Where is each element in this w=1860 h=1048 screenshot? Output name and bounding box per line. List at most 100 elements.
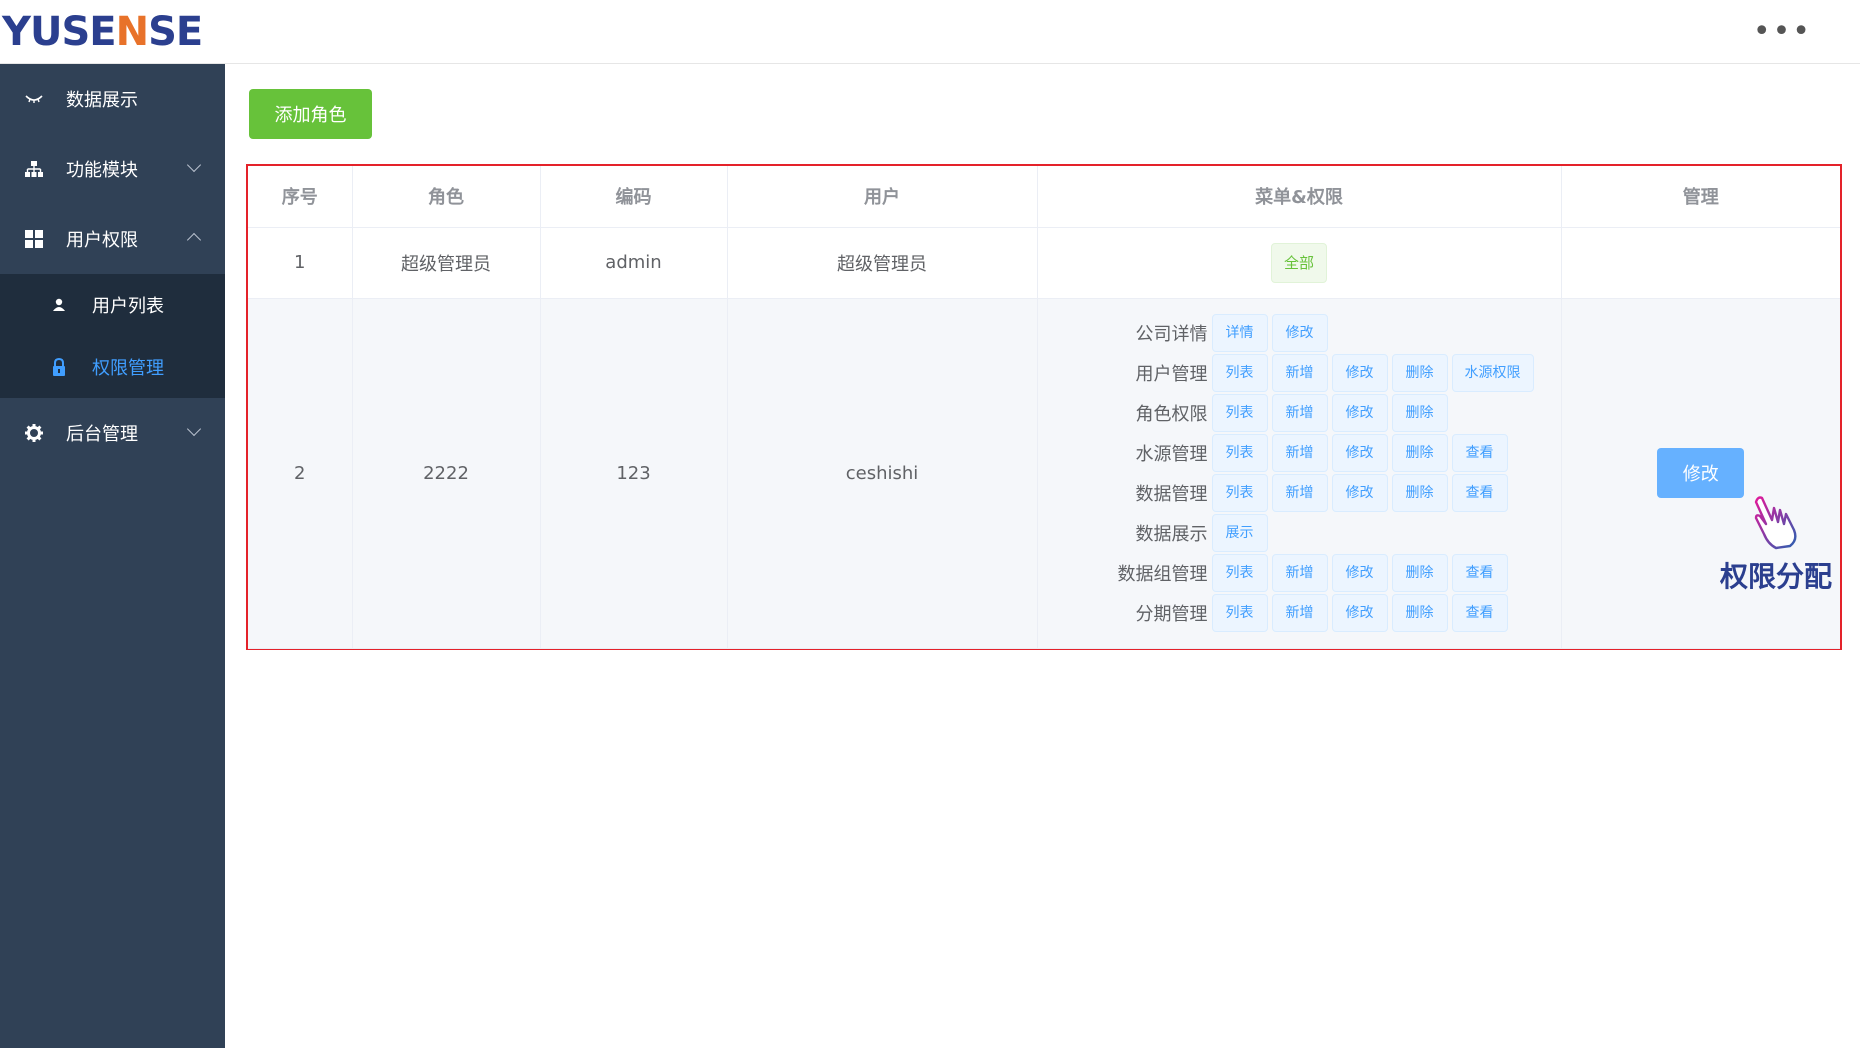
submenu-user-permissions: 用户列表 权限管理 xyxy=(0,274,225,398)
sidebar: 数据展示 功能模块 用户权限 用户列表 权限管理 后台管理 xyxy=(0,64,225,1048)
chevron-down-icon xyxy=(186,421,202,437)
permission-tag: 删除 xyxy=(1391,474,1448,512)
permission-tag: 列表 xyxy=(1211,554,1268,592)
cell-permissions: 公司详情 详情 修改 用户管理 列表 新增 修改 删除 水源权限 角色权限 列表… xyxy=(1037,298,1562,649)
permission-tag: 删除 xyxy=(1391,594,1448,632)
sidebar-item-label: 后台管理 xyxy=(66,424,138,445)
permission-tag: 新增 xyxy=(1271,474,1328,512)
permission-tag: 展示 xyxy=(1211,514,1268,552)
cell-role: 超级管理员 xyxy=(352,227,541,299)
all-permissions-tag: 全部 xyxy=(1270,242,1327,283)
sitemap-icon xyxy=(24,159,44,179)
permission-tag: 新增 xyxy=(1271,554,1328,592)
permission-tag: 删除 xyxy=(1391,434,1448,472)
permission-tag: 列表 xyxy=(1211,474,1268,512)
permission-module: 数据组管理 xyxy=(1117,564,1208,585)
permission-tag: 修改 xyxy=(1331,554,1388,592)
table-row: 2 2222 123 ceshishi 公司详情 详情 修改 用户管理 列表 新… xyxy=(248,298,1840,649)
cell-index: 2 xyxy=(248,298,353,649)
top-header: YUSENSE ••• xyxy=(0,0,1860,64)
permission-module: 角色权限 xyxy=(1135,404,1208,425)
sidebar-item-label: 功能模块 xyxy=(66,160,138,181)
sidebar-item-user-permissions[interactable]: 用户权限 xyxy=(0,204,225,274)
permission-tag: 新增 xyxy=(1271,434,1328,472)
permission-module: 分期管理 xyxy=(1135,604,1208,625)
user-icon xyxy=(50,296,68,314)
permission-tag: 水源权限 xyxy=(1451,354,1534,392)
sidebar-item-label: 数据展示 xyxy=(66,90,138,111)
cell-actions: 修改 xyxy=(1561,298,1840,649)
permission-tag: 新增 xyxy=(1271,394,1328,432)
permission-tag: 删除 xyxy=(1391,354,1448,392)
sidebar-item-data-display[interactable]: 数据展示 xyxy=(0,64,225,134)
permission-list: 公司详情 详情 修改 用户管理 列表 新增 修改 删除 水源权限 角色权限 列表… xyxy=(1038,313,1561,633)
permission-module: 数据管理 xyxy=(1135,484,1208,505)
sidebar-item-label: 用户权限 xyxy=(66,230,138,251)
permission-tag: 修改 xyxy=(1331,594,1388,632)
permission-tag: 列表 xyxy=(1211,434,1268,472)
permission-module: 用户管理 xyxy=(1135,364,1208,385)
edit-role-button[interactable]: 修改 xyxy=(1657,448,1745,498)
permission-tag: 修改 xyxy=(1331,474,1388,512)
permission-tag: 查看 xyxy=(1451,474,1508,512)
eye-icon xyxy=(24,89,44,109)
table-header-row: 序号 角色 编码 用户 菜单&权限 管理 xyxy=(248,166,1840,228)
sidebar-item-label: 权限管理 xyxy=(92,358,164,379)
annotation-label: 权限分配 xyxy=(1720,560,1833,593)
add-role-button[interactable]: 添加角色 xyxy=(249,89,372,139)
cell-index: 1 xyxy=(248,227,353,299)
permission-row: 用户管理 列表 新增 修改 删除 水源权限 xyxy=(1078,353,1538,393)
column-header: 编码 xyxy=(540,166,728,228)
grid-icon xyxy=(24,229,44,249)
permission-row: 数据展示 展示 xyxy=(1078,513,1272,553)
permission-tag: 查看 xyxy=(1451,594,1508,632)
permission-tag: 修改 xyxy=(1331,354,1388,392)
permission-row: 角色权限 列表 新增 修改 删除 xyxy=(1078,393,1452,433)
permission-row: 数据组管理 列表 新增 修改 删除 查看 xyxy=(1078,553,1512,593)
hand-pointer-icon xyxy=(1752,494,1804,554)
logo: YUSENSE xyxy=(2,9,203,55)
cell-actions xyxy=(1561,227,1840,299)
sidebar-item-modules[interactable]: 功能模块 xyxy=(0,134,225,204)
permission-row: 水源管理 列表 新增 修改 删除 查看 xyxy=(1078,433,1512,473)
sidebar-item-user-list[interactable]: 用户列表 xyxy=(0,274,225,336)
permission-tag: 修改 xyxy=(1331,394,1388,432)
column-header: 角色 xyxy=(352,166,541,228)
permission-tag: 修改 xyxy=(1271,314,1328,352)
more-icon[interactable]: ••• xyxy=(1753,17,1812,47)
roles-table: 序号 角色 编码 用户 菜单&权限 管理 1 超级管理员 admin 超级管理员… xyxy=(246,164,1842,650)
sidebar-item-label: 用户列表 xyxy=(92,296,164,317)
column-header: 管理 xyxy=(1561,166,1840,228)
permission-tag: 删除 xyxy=(1391,394,1448,432)
permission-tag: 列表 xyxy=(1211,394,1268,432)
column-header: 用户 xyxy=(727,166,1038,228)
permission-tag: 新增 xyxy=(1271,594,1328,632)
permission-tag: 详情 xyxy=(1211,314,1268,352)
permission-tag: 查看 xyxy=(1451,554,1508,592)
column-header: 序号 xyxy=(248,166,353,228)
permission-row: 分期管理 列表 新增 修改 删除 查看 xyxy=(1078,593,1512,633)
cell-user: 超级管理员 xyxy=(727,227,1038,299)
logo-text: YUSENSE xyxy=(2,9,203,55)
permission-module: 数据展示 xyxy=(1135,524,1208,545)
permission-row: 公司详情 详情 修改 xyxy=(1078,313,1332,353)
cell-permissions: 全部 xyxy=(1037,227,1562,299)
permission-tag: 列表 xyxy=(1211,594,1268,632)
sidebar-item-backend[interactable]: 后台管理 xyxy=(0,398,225,468)
cell-user: ceshishi xyxy=(727,298,1038,649)
permission-module: 水源管理 xyxy=(1135,444,1208,465)
permission-tag: 新增 xyxy=(1271,354,1328,392)
permission-tag: 修改 xyxy=(1331,434,1388,472)
column-header: 菜单&权限 xyxy=(1037,166,1562,228)
cell-role: 2222 xyxy=(352,298,541,649)
chevron-down-icon xyxy=(186,157,202,173)
permission-module: 公司详情 xyxy=(1135,324,1208,345)
permission-tag: 查看 xyxy=(1451,434,1508,472)
chevron-up-icon xyxy=(186,232,202,248)
table-row: 1 超级管理员 admin 超级管理员 全部 xyxy=(248,227,1840,299)
permission-tag: 删除 xyxy=(1391,554,1448,592)
cell-code: 123 xyxy=(540,298,728,649)
gear-icon xyxy=(24,423,44,443)
sidebar-item-permission-management[interactable]: 权限管理 xyxy=(0,336,225,398)
permission-tag: 列表 xyxy=(1211,354,1268,392)
